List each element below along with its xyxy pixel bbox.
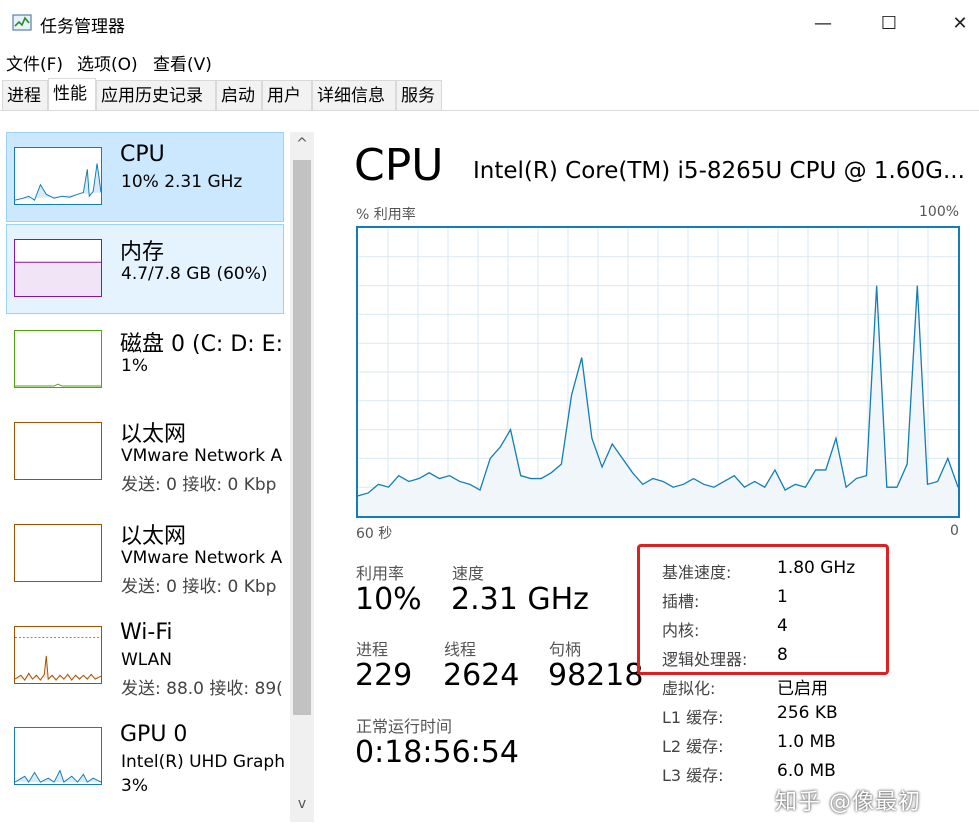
task-manager-icon [12, 14, 32, 31]
menu-file[interactable]: 文件(F) [6, 50, 63, 75]
tab-app-history[interactable]: 应用历史记录 [96, 80, 216, 110]
cpu-thumbnail-graph [14, 147, 102, 205]
scroll-up-icon[interactable]: ^ [292, 136, 312, 154]
handles-label: 句柄 [549, 640, 582, 659]
disk-thumbnail-graph [14, 330, 102, 388]
tab-startup[interactable]: 启动 [216, 80, 262, 110]
sidebar-item-detail: 发送: 0 接收: 0 Kbp [121, 475, 277, 495]
info-label-l1-cache: L1 缓存: [662, 708, 724, 727]
graph-y-max-label: 100% [919, 204, 960, 220]
cpu-model-name: Intel(R) Core(TM) i5-8265U CPU @ 1.60G..… [473, 158, 965, 184]
processes-label: 进程 [356, 640, 389, 659]
graph-x-left-label: 60 秒 [356, 526, 393, 542]
sidebar-item-title: 以太网 [120, 422, 187, 447]
close-button[interactable]: ✕ [937, 8, 979, 38]
gpu-thumbnail-graph [14, 727, 102, 785]
highlight-annotation-box [637, 544, 889, 675]
info-value-l1-cache: 256 KB [777, 703, 838, 723]
minimize-button[interactable]: — [800, 8, 846, 38]
scroll-thumb[interactable] [293, 160, 311, 715]
speed-value: 2.31 GHz [451, 582, 589, 617]
info-value-l3-cache: 6.0 MB [777, 761, 836, 781]
memory-thumbnail-graph [14, 239, 102, 297]
sidebar-item-detail: 发送: 88.0 接收: 89( [121, 679, 283, 699]
sidebar-item-title: CPU [120, 142, 165, 167]
tab-services[interactable]: 服务 [396, 80, 442, 110]
sidebar-item-subtitle: Intel(R) UHD Graph [121, 752, 285, 772]
sidebar-item-subtitle: VMware Network A [121, 548, 283, 568]
sidebar-item-title: 内存 [120, 240, 165, 265]
ethernet-thumbnail-graph [14, 524, 102, 582]
uptime-label: 正常运行时间 [356, 717, 453, 736]
tab-users[interactable]: 用户 [262, 80, 312, 110]
info-label-virtualization: 虚拟化: [662, 679, 716, 698]
processes-value: 229 [355, 658, 413, 693]
graph-y-label: % 利用率 [356, 207, 416, 223]
utilization-label: 利用率 [356, 564, 405, 583]
sidebar-item-title: GPU 0 [120, 722, 188, 747]
maximize-button[interactable]: ☐ [866, 8, 912, 38]
watermark: 知乎 @像最初 [775, 790, 921, 815]
sidebar-item-subtitle: WLAN [121, 650, 173, 670]
uptime-value: 0:18:56:54 [355, 735, 519, 770]
threads-value: 2624 [443, 658, 520, 693]
menu-options[interactable]: 选项(O) [77, 50, 138, 75]
page-title: CPU [354, 140, 444, 191]
scroll-down-icon[interactable]: v [292, 796, 312, 814]
tab-processes[interactable]: 进程 [2, 80, 48, 110]
sidebar-item-subtitle: 4.7/7.8 GB (60%) [121, 264, 268, 284]
graph-x-right-label: 0 [950, 523, 959, 539]
sidebar-item-title: Wi-Fi [120, 620, 173, 645]
sidebar-item-detail: 3% [121, 776, 148, 796]
threads-label: 线程 [444, 640, 477, 659]
tab-details[interactable]: 详细信息 [312, 80, 396, 110]
window-title: 任务管理器 [40, 17, 125, 37]
ethernet-thumbnail-graph [14, 422, 102, 480]
menu-bar [0, 46, 979, 74]
speed-label: 速度 [452, 564, 485, 583]
info-label-l2-cache: L2 缓存: [662, 737, 724, 756]
sidebar: CPU 10% 2.31 GHz 内存 4.7/7.8 GB (60%) 磁盘 … [0, 130, 290, 830]
info-label-l3-cache: L3 缓存: [662, 766, 724, 785]
handles-value: 98218 [548, 658, 644, 693]
tab-performance[interactable]: 性能 [48, 78, 96, 110]
menu-view[interactable]: 查看(V) [153, 50, 212, 75]
wifi-thumbnail-graph [14, 626, 102, 684]
sidebar-item-subtitle: VMware Network A [121, 446, 283, 466]
cpu-utilization-graph [356, 226, 960, 518]
sidebar-item-detail: 发送: 0 接收: 0 Kbp [121, 577, 277, 597]
sidebar-item-subtitle: 10% 2.31 GHz [121, 172, 243, 192]
info-value-virtualization: 已启用 [777, 679, 828, 699]
utilization-value: 10% [355, 582, 422, 617]
sidebar-item-subtitle: 1% [121, 356, 148, 376]
info-value-l2-cache: 1.0 MB [777, 732, 836, 752]
sidebar-item-title: 以太网 [120, 524, 187, 549]
sidebar-item-title: 磁盘 0 (C: D: E: [120, 332, 283, 357]
